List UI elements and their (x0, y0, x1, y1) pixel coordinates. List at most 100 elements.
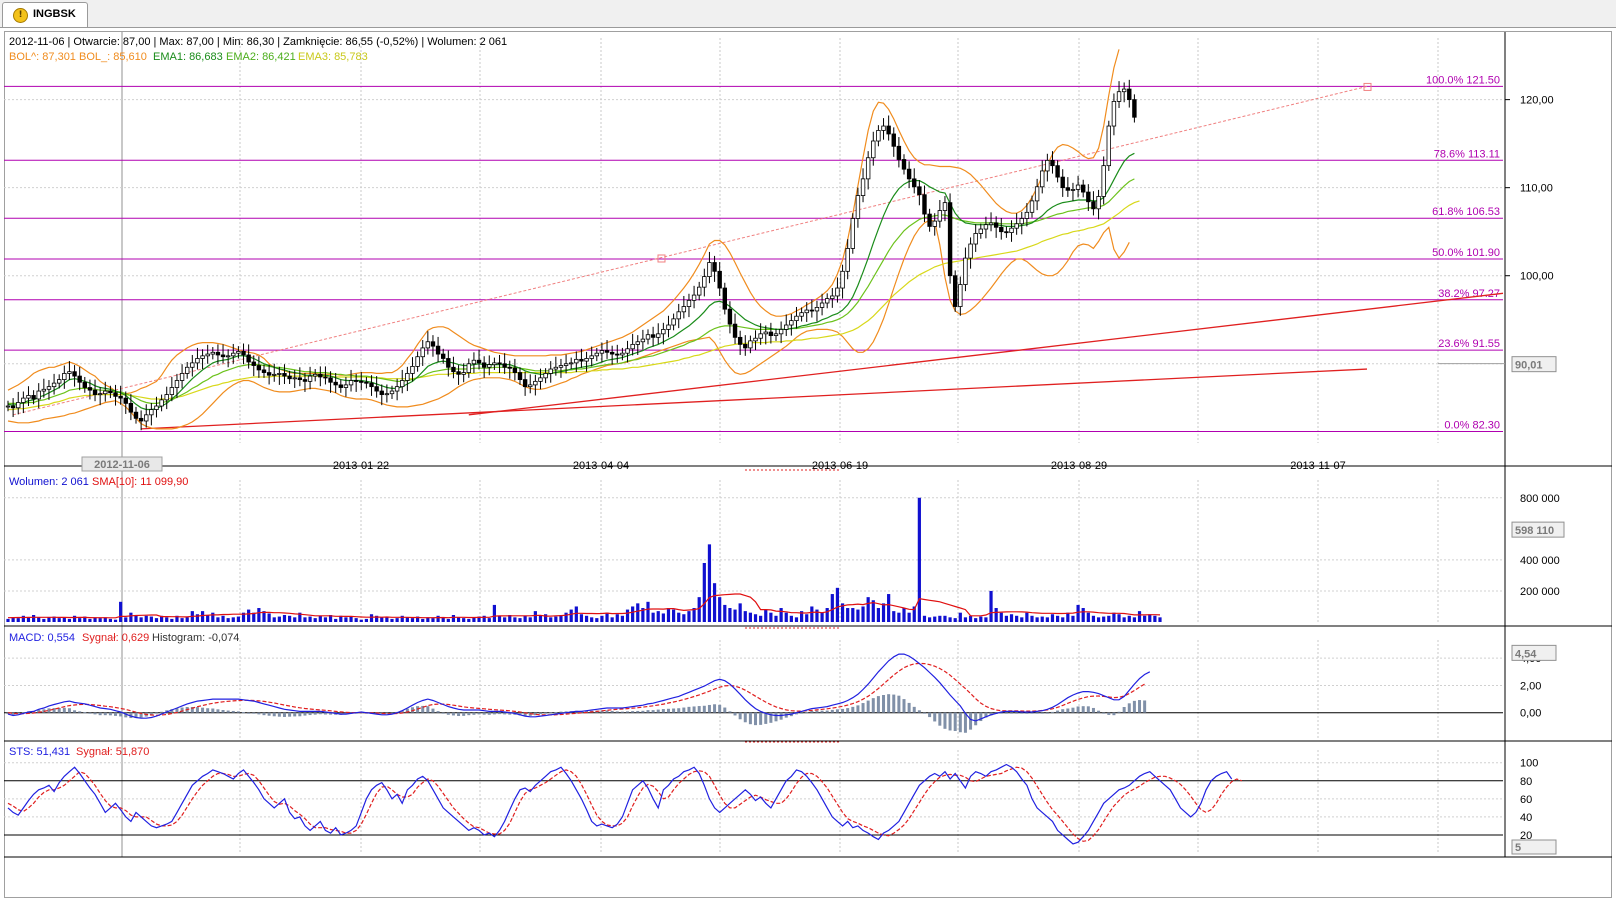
macd-histogram-bar (1091, 707, 1095, 713)
bol-upper-label: BOL^: 87,301 (9, 51, 76, 63)
candle-body (691, 294, 697, 301)
volume-bar (610, 617, 614, 622)
volume-bar (687, 611, 691, 622)
volume-bar (67, 618, 72, 622)
macd-histogram-bar (549, 712, 553, 714)
volume-tick-label: 200 000 (1520, 586, 1560, 598)
candle-body (138, 417, 144, 422)
candle-body (133, 411, 139, 419)
fib-level-label: 61.8% 106.53 (1432, 206, 1500, 218)
candle-body (333, 381, 338, 386)
volume-bar (876, 608, 880, 622)
volume-bar (431, 618, 435, 622)
macd-histogram-bar (73, 710, 77, 713)
volume-bar (47, 617, 51, 622)
sts-tick-label: 100 (1520, 758, 1538, 770)
candle-body (415, 356, 420, 367)
macd-histogram-bar (969, 712, 973, 730)
candle-body (502, 363, 507, 368)
candle-body (563, 363, 569, 366)
candle-body (200, 355, 205, 359)
macd-last-label: 4,54 (1515, 648, 1537, 660)
volume-bar (595, 618, 599, 622)
candle-body (661, 329, 666, 335)
candle-body (768, 331, 774, 336)
candle-body (62, 373, 67, 381)
macd-histogram-bar (830, 709, 834, 713)
candle-body (896, 145, 902, 160)
macd-histogram-bar (943, 712, 947, 729)
chart-canvas[interactable]: 100.0% 121.5078.6% 113.1161.8% 106.5350.… (0, 0, 1616, 900)
macd-histogram-bar (713, 704, 717, 713)
candle-body (717, 270, 722, 289)
candle-body (1096, 196, 1101, 210)
volume-bar (26, 617, 31, 622)
macd-histogram-bar (876, 696, 880, 713)
candle-body (942, 202, 948, 211)
volume-bar (231, 617, 235, 622)
macd-histogram-bar (154, 712, 158, 714)
macd-histogram-bar (1010, 712, 1014, 714)
volume-bar (98, 618, 102, 622)
volume-bar (764, 609, 768, 622)
macd-histogram-bar (446, 712, 450, 715)
macd-histogram-bar (610, 710, 614, 713)
candle-body (425, 341, 431, 349)
candle-body (558, 365, 564, 368)
candle-body (343, 384, 349, 388)
macd-histogram-bar (503, 712, 507, 715)
candle-body (1014, 223, 1019, 229)
volume-sma-line (7, 593, 1161, 619)
fib-level-label: 78.6% 113.11 (1434, 148, 1500, 160)
candle-body (937, 210, 943, 222)
macd-histogram-bar (426, 706, 430, 713)
candle-body (10, 405, 16, 409)
volume-bar (421, 618, 425, 622)
volume-bar (1112, 612, 1116, 622)
volume-bar (1158, 617, 1162, 622)
candle-body (118, 395, 123, 399)
volume-bar (354, 618, 358, 622)
volume-bar (574, 606, 578, 622)
candle-body (845, 248, 850, 272)
candle-body (543, 373, 548, 379)
volume-bar (1035, 617, 1039, 622)
candle-body (318, 373, 323, 378)
macd-histogram-bar (1025, 712, 1029, 714)
volume-bar (323, 617, 328, 622)
macd-histogram-bar (682, 707, 686, 713)
candle-body (302, 379, 308, 382)
candle-body (584, 358, 589, 362)
volume-bar (37, 617, 41, 622)
candle-body (574, 358, 579, 364)
candle-body (753, 337, 758, 342)
volume-bar (1102, 616, 1106, 622)
volume-bar (226, 618, 230, 622)
volume-bar (293, 617, 297, 622)
candle-body (789, 320, 794, 326)
macd-histogram-bar (651, 710, 655, 713)
candle-body (389, 390, 395, 395)
volume-bar (216, 617, 220, 622)
candle-body (205, 353, 210, 357)
volume-bar (851, 608, 855, 622)
volume-bar (943, 615, 947, 622)
volume-bar (170, 618, 174, 622)
candle-body (446, 358, 451, 368)
macd-histogram-bar (1117, 711, 1121, 713)
macd-histogram-bar (52, 708, 56, 713)
volume-bar (462, 618, 466, 622)
volume-bar (579, 614, 584, 622)
volume-bar (72, 615, 77, 622)
candle-body (430, 341, 436, 347)
macd-histogram-bar (1132, 700, 1136, 713)
candle-body (1116, 91, 1122, 102)
candle-body (384, 393, 390, 396)
macd-histogram-bar (487, 712, 491, 715)
macd-histogram-bar (318, 712, 322, 715)
volume-bar (88, 618, 92, 622)
sts-tick-label: 80 (1520, 776, 1532, 788)
volume-bar (1056, 615, 1060, 622)
candle-body (927, 213, 932, 227)
volume-bar (784, 612, 788, 622)
